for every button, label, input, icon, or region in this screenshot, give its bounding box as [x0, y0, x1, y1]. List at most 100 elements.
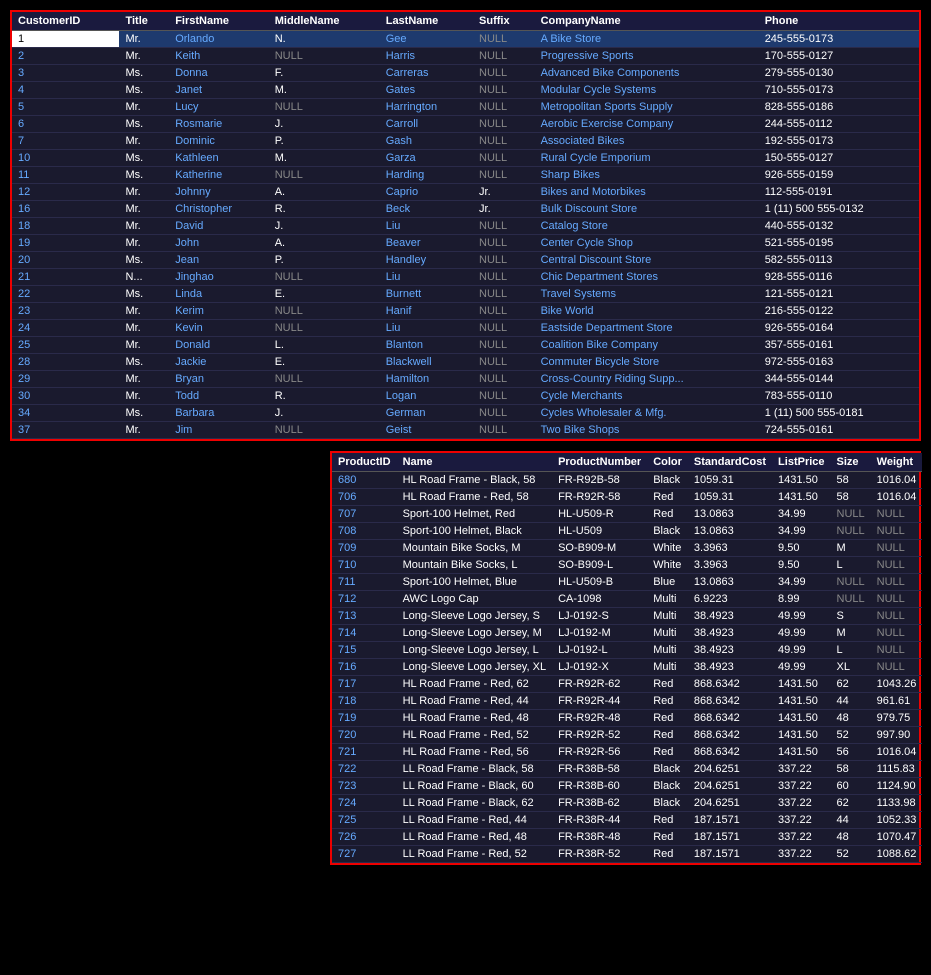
table-row[interactable]: 19Mr.JohnA.BeaverNULLCenter Cycle Shop52…	[12, 235, 919, 252]
table-cell: 337.22	[772, 829, 830, 846]
table-row[interactable]: 23Mr.KerimNULLHanifNULLBike World216-555…	[12, 303, 919, 320]
col-header-color[interactable]: Color	[647, 453, 688, 472]
table-row[interactable]: 30Mr.ToddR.LoganNULLCycle Merchants783-5…	[12, 388, 919, 405]
table-cell: HL Road Frame - Black, 58	[397, 472, 553, 489]
table-row[interactable]: 719HL Road Frame - Red, 48FR-R92R-48Red8…	[332, 710, 922, 727]
table-row[interactable]: 5Mr.LucyNULLHarringtonNULLMetropolitan S…	[12, 99, 919, 116]
table-cell: XL	[831, 659, 871, 676]
table-cell: Red	[647, 829, 688, 846]
table-cell: A Bike Store	[535, 31, 759, 48]
table-cell: NULL	[473, 354, 535, 371]
table-row[interactable]: 24Mr.KevinNULLLiuNULLEastside Department…	[12, 320, 919, 337]
col-header-customerid[interactable]: CustomerID	[12, 12, 119, 31]
table-row[interactable]: 16Mr.ChristopherR.BeckJr.Bulk Discount S…	[12, 201, 919, 218]
table-cell: 58	[831, 472, 871, 489]
table-row[interactable]: 11Ms.KatherineNULLHardingNULLSharp Bikes…	[12, 167, 919, 184]
table-cell: 44	[831, 693, 871, 710]
table-cell: Dominic	[169, 133, 269, 150]
col-header-companyname[interactable]: CompanyName	[535, 12, 759, 31]
table-row[interactable]: 723LL Road Frame - Black, 60FR-R38B-60Bl…	[332, 778, 922, 795]
table-cell: Multi	[647, 608, 688, 625]
table-cell: NULL	[473, 388, 535, 405]
table-row[interactable]: 3Ms.DonnaF.CarrerasNULLAdvanced Bike Com…	[12, 65, 919, 82]
table-row[interactable]: 4Ms.JanetM.GatesNULLModular Cycle System…	[12, 82, 919, 99]
table-row[interactable]: 710Mountain Bike Socks, LSO-B909-LWhite3…	[332, 557, 922, 574]
table-row[interactable]: 722LL Road Frame - Black, 58FR-R38B-58Bl…	[332, 761, 922, 778]
table-cell: HL Road Frame - Red, 52	[397, 727, 553, 744]
table-row[interactable]: 20Ms.JeanP.HandleyNULLCentral Discount S…	[12, 252, 919, 269]
table-row[interactable]: 28Ms.JackieE.BlackwellNULLCommuter Bicyc…	[12, 354, 919, 371]
table-cell: Bryan	[169, 371, 269, 388]
col-header-size[interactable]: Size	[831, 453, 871, 472]
table-cell: Red	[647, 744, 688, 761]
table-row[interactable]: 6Ms.RosmarieJ.CarrollNULLAerobic Exercis…	[12, 116, 919, 133]
col-header-standardcost[interactable]: StandardCost	[688, 453, 772, 472]
table-row[interactable]: 706HL Road Frame - Red, 58FR-R92R-58Red1…	[332, 489, 922, 506]
col-header-firstname[interactable]: FirstName	[169, 12, 269, 31]
table-cell: Ms.	[119, 354, 169, 371]
table-row[interactable]: 712AWC Logo CapCA-1098Multi6.92238.99NUL…	[332, 591, 922, 608]
col-header-weight[interactable]: Weight	[871, 453, 923, 472]
table-cell: Beck	[380, 201, 473, 218]
table-row[interactable]: 10Ms.KathleenM.GarzaNULLRural Cycle Empo…	[12, 150, 919, 167]
table-row[interactable]: 22Ms.LindaE.BurnettNULLTravel Systems121…	[12, 286, 919, 303]
table-cell: 718	[332, 693, 397, 710]
table-cell: 1043.26	[871, 676, 923, 693]
table-cell: 868.6342	[688, 693, 772, 710]
col-header-productid[interactable]: ProductID	[332, 453, 397, 472]
table-cell: Mr.	[119, 235, 169, 252]
col-header-middlename[interactable]: MiddleName	[269, 12, 380, 31]
table-cell: HL Road Frame - Red, 48	[397, 710, 553, 727]
table-cell: 721	[332, 744, 397, 761]
table-cell: Donald	[169, 337, 269, 354]
table-cell: 725	[332, 812, 397, 829]
table-row[interactable]: 721HL Road Frame - Red, 56FR-R92R-56Red8…	[332, 744, 922, 761]
table-cell: Long-Sleeve Logo Jersey, XL	[397, 659, 553, 676]
table-row[interactable]: 724LL Road Frame - Black, 62FR-R38B-62Bl…	[332, 795, 922, 812]
col-header-name[interactable]: Name	[397, 453, 553, 472]
table-row[interactable]: 709Mountain Bike Socks, MSO-B909-MWhite3…	[332, 540, 922, 557]
table-row[interactable]: 29Mr.BryanNULLHamiltonNULLCross-Country …	[12, 371, 919, 388]
table-row[interactable]: 726LL Road Frame - Red, 48FR-R38R-48Red1…	[332, 829, 922, 846]
table-row[interactable]: 717HL Road Frame - Red, 62FR-R92R-62Red8…	[332, 676, 922, 693]
table-cell: Red	[647, 693, 688, 710]
table-row[interactable]: 34Ms.BarbaraJ.GermanNULLCycles Wholesale…	[12, 405, 919, 422]
table-row[interactable]: 714Long-Sleeve Logo Jersey, MLJ-0192-MMu…	[332, 625, 922, 642]
table-row[interactable]: 715Long-Sleeve Logo Jersey, LLJ-0192-LMu…	[332, 642, 922, 659]
table-row[interactable]: 18Mr.DavidJ.LiuNULLCatalog Store440-555-…	[12, 218, 919, 235]
table-cell: 868.6342	[688, 744, 772, 761]
table-cell: 22	[12, 286, 119, 303]
table-row[interactable]: 707Sport-100 Helmet, RedHL-U509-RRed13.0…	[332, 506, 922, 523]
table-row[interactable]: 12Mr.JohnnyA.CaprioJr.Bikes and Motorbik…	[12, 184, 919, 201]
table-row[interactable]: 720HL Road Frame - Red, 52FR-R92R-52Red8…	[332, 727, 922, 744]
table-row[interactable]: 21N...JinghaoNULLLiuNULLChic Department …	[12, 269, 919, 286]
table-cell: Ms.	[119, 405, 169, 422]
col-header-suffix[interactable]: Suffix	[473, 12, 535, 31]
table-cell: A.	[269, 184, 380, 201]
table-cell: 828-555-0186	[759, 99, 919, 116]
table-cell: Metropolitan Sports Supply	[535, 99, 759, 116]
col-header-phone[interactable]: Phone	[759, 12, 919, 31]
table-row[interactable]: 680HL Road Frame - Black, 58FR-R92B-58Bl…	[332, 472, 922, 489]
table-row[interactable]: 7Mr.DominicP.GashNULLAssociated Bikes192…	[12, 133, 919, 150]
table-cell: HL Road Frame - Red, 44	[397, 693, 553, 710]
col-header-title[interactable]: Title	[119, 12, 169, 31]
table-row[interactable]: 1Mr.OrlandoN.GeeNULLA Bike Store245-555-…	[12, 31, 919, 48]
table-cell: Jim	[169, 422, 269, 439]
col-header-productnumber[interactable]: ProductNumber	[552, 453, 647, 472]
table-row[interactable]: 711Sport-100 Helmet, BlueHL-U509-BBlue13…	[332, 574, 922, 591]
col-header-listprice[interactable]: ListPrice	[772, 453, 830, 472]
table-row[interactable]: 37Mr.JimNULLGeistNULLTwo Bike Shops724-5…	[12, 422, 919, 439]
table-row[interactable]: 718HL Road Frame - Red, 44FR-R92R-44Red8…	[332, 693, 922, 710]
table-cell: Black	[647, 795, 688, 812]
table-row[interactable]: 2Mr.KeithNULLHarrisNULLProgressive Sport…	[12, 48, 919, 65]
table-cell: Jackie	[169, 354, 269, 371]
table-row[interactable]: 727LL Road Frame - Red, 52FR-R38R-52Red1…	[332, 846, 922, 863]
table-row[interactable]: 716Long-Sleeve Logo Jersey, XLLJ-0192-XM…	[332, 659, 922, 676]
table-row[interactable]: 713Long-Sleeve Logo Jersey, SLJ-0192-SMu…	[332, 608, 922, 625]
col-header-lastname[interactable]: LastName	[380, 12, 473, 31]
table-row[interactable]: 25Mr.DonaldL.BlantonNULLCoalition Bike C…	[12, 337, 919, 354]
table-row[interactable]: 708Sport-100 Helmet, BlackHL-U509Black13…	[332, 523, 922, 540]
table-cell: 37	[12, 422, 119, 439]
table-row[interactable]: 725LL Road Frame - Red, 44FR-R38R-44Red1…	[332, 812, 922, 829]
